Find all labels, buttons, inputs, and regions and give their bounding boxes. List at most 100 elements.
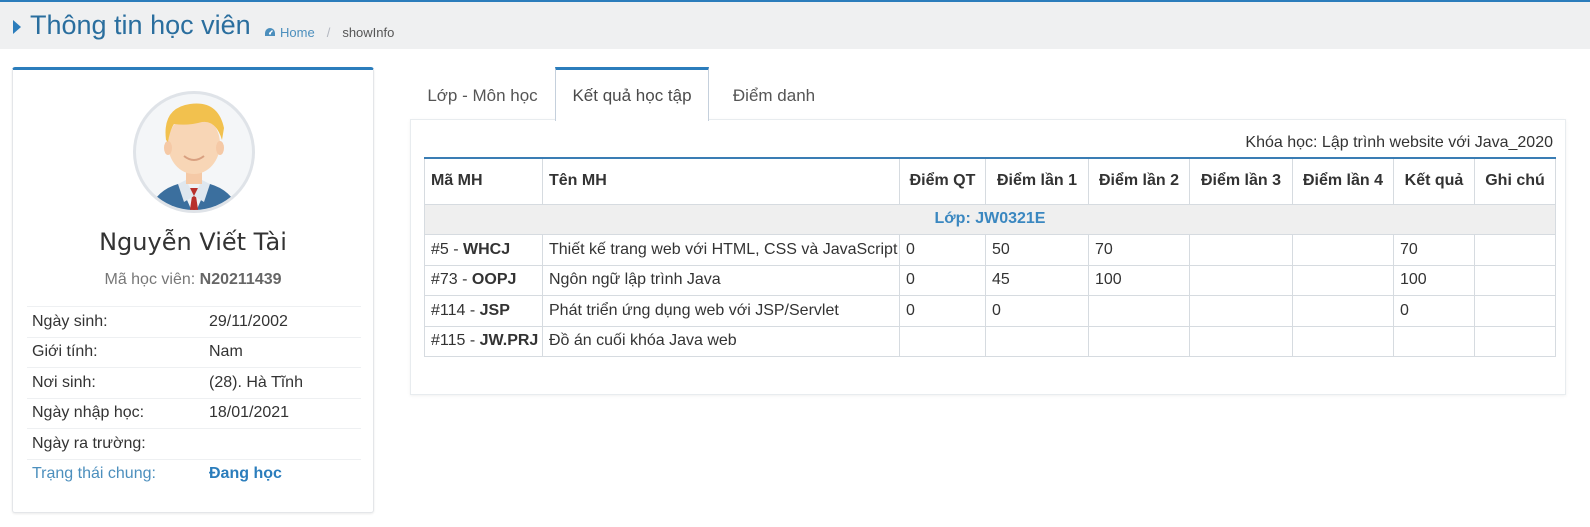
- page-title: Thông tin học viên: [30, 10, 251, 40]
- info-value: (28). Hà Tĩnh: [209, 373, 303, 391]
- subject-code: JSP: [479, 301, 510, 319]
- score-attempt-4: [1292, 295, 1394, 327]
- score-attempt-1: 45: [985, 264, 1089, 296]
- page-header: Thông tin học viên Home / showInfo: [0, 0, 1590, 49]
- tab-attendance[interactable]: Điểm danh: [709, 71, 839, 120]
- subject-code: WHCJ: [463, 240, 511, 258]
- results-table: Mã MH Tên MH Điểm QT Điểm lần 1 Điểm lần…: [424, 157, 1556, 357]
- info-row-status: Trạng thái chung: Đang học: [27, 458, 361, 490]
- info-row-birthplace: Nơi sinh: (28). Hà Tĩnh: [27, 367, 361, 398]
- column-header: Điểm QT: [899, 157, 986, 205]
- status-badge: Đang học: [209, 465, 282, 483]
- subject-id: #115 -: [431, 332, 480, 350]
- caret-right-icon: [13, 20, 21, 34]
- column-header: Điểm lần 2: [1088, 157, 1190, 205]
- info-value: Nam: [209, 343, 243, 361]
- score-attempt-3: [1189, 264, 1293, 296]
- subject-id: #114 -: [431, 301, 480, 319]
- score-attempt-4: [1292, 234, 1394, 266]
- note: [1474, 234, 1556, 266]
- tab-classes-subjects[interactable]: Lớp - Môn học: [410, 71, 555, 120]
- student-code-label: Mã học viên:: [104, 271, 196, 288]
- info-label: Nơi sinh:: [32, 373, 96, 391]
- score-qt: [899, 325, 986, 357]
- note: [1474, 325, 1556, 357]
- final-result: 0: [1393, 295, 1475, 327]
- subject-code-cell: #115 - JW.PRJ: [424, 325, 543, 357]
- score-attempt-3: [1189, 295, 1293, 327]
- column-header: Điểm lần 1: [985, 157, 1089, 205]
- column-header: Ghi chú: [1474, 157, 1556, 205]
- score-qt: 0: [899, 295, 986, 327]
- column-header: Tên MH: [542, 157, 900, 205]
- score-attempt-2: [1088, 325, 1190, 357]
- column-header: Điểm lần 3: [1189, 157, 1293, 205]
- info-row-enroll-date: Ngày nhập học: 18/01/2021: [27, 397, 361, 429]
- score-attempt-2: 70: [1088, 234, 1190, 266]
- column-header: Mã MH: [424, 157, 543, 205]
- final-result: [1393, 325, 1475, 357]
- info-label: Giới tính:: [32, 343, 98, 361]
- score-attempt-3: [1189, 325, 1293, 357]
- dashboard-icon: [265, 27, 275, 36]
- profile-card: Nguyễn Viết Tài Mã học viên: N20211439 N…: [12, 67, 374, 513]
- note: [1474, 295, 1556, 327]
- final-result: 70: [1393, 234, 1475, 266]
- tab-study-results[interactable]: Kết quả học tập: [555, 67, 709, 121]
- score-attempt-4: [1292, 325, 1394, 357]
- subject-id: #5 -: [431, 240, 464, 258]
- note: [1474, 264, 1556, 296]
- subject-code: OOPJ: [471, 271, 517, 289]
- course-title: Khóa học: Lập trình website với Java_202…: [1245, 134, 1553, 151]
- tab-content: Khóa học: Lập trình website với Java_202…: [410, 119, 1566, 395]
- class-group-row: Lớp: JW0321E: [424, 203, 1556, 235]
- table-row: #115 - JW.PRJ Đồ án cuối khóa Java web: [424, 325, 1556, 357]
- student-code: Mã học viên: N20211439: [13, 271, 373, 289]
- subject-code-cell: #5 - WHCJ: [424, 234, 543, 266]
- score-attempt-2: [1088, 295, 1190, 327]
- tab-bar: Lớp - Môn học Kết quả học tập Điểm danh: [410, 67, 1566, 121]
- info-label: Ngày ra trường:: [32, 434, 146, 452]
- table-header-row: Mã MH Tên MH Điểm QT Điểm lần 1 Điểm lần…: [424, 157, 1556, 205]
- info-value: 29/11/2002: [209, 312, 288, 330]
- score-attempt-1: 0: [985, 295, 1089, 327]
- column-header: Điểm lần 4: [1292, 157, 1394, 205]
- breadcrumb: Home / showInfo: [264, 25, 394, 40]
- subject-code: JW.PRJ: [479, 332, 539, 350]
- tabs-widget: Lớp - Môn học Kết quả học tập Điểm danh …: [410, 67, 1566, 395]
- class-group-label: Lớp: JW0321E: [424, 203, 1556, 235]
- score-attempt-1: 50: [985, 234, 1089, 266]
- info-label: Trạng thái chung:: [32, 465, 156, 483]
- info-row-graduation-date: Ngày ra trường:: [27, 428, 361, 459]
- info-row-gender: Giới tính: Nam: [27, 336, 361, 368]
- profile-info-list: Ngày sinh: 29/11/2002 Giới tính: Nam Nơi…: [27, 306, 361, 489]
- student-code-value: N20211439: [199, 271, 282, 288]
- score-qt: 0: [899, 264, 986, 296]
- subject-name: Ngôn ngữ lập trình Java: [542, 264, 900, 296]
- score-attempt-2: 100: [1088, 264, 1190, 296]
- breadcrumb-separator: /: [326, 25, 331, 40]
- score-qt: 0: [899, 234, 986, 266]
- subject-name: Thiết kế trang web với HTML, CSS và Java…: [542, 234, 900, 266]
- table-row: #114 - JSP Phát triển ứng dụng web với J…: [424, 295, 1556, 327]
- avatar: [133, 91, 255, 213]
- student-name: Nguyễn Viết Tài: [99, 228, 287, 256]
- info-label: Ngày nhập học:: [32, 404, 145, 422]
- subject-code-cell: #73 - OOPJ: [424, 264, 543, 296]
- subject-name: Đồ án cuối khóa Java web: [542, 325, 900, 357]
- final-result: 100: [1393, 264, 1475, 296]
- column-header: Kết quả: [1393, 157, 1475, 205]
- subject-name: Phát triển ứng dụng web với JSP/Servlet: [542, 295, 900, 327]
- breadcrumb-current: showInfo: [342, 25, 395, 40]
- subject-code-cell: #114 - JSP: [424, 295, 543, 327]
- breadcrumb-home-link[interactable]: Home: [280, 25, 315, 40]
- score-attempt-3: [1189, 234, 1293, 266]
- info-value: 18/01/2021: [209, 404, 290, 422]
- info-label: Ngày sinh:: [32, 312, 108, 330]
- table-row: #73 - OOPJ Ngôn ngữ lập trình Java 0 45 …: [424, 264, 1556, 296]
- info-row-birthdate: Ngày sinh: 29/11/2002: [27, 306, 361, 337]
- score-attempt-1: [985, 325, 1089, 357]
- score-attempt-4: [1292, 264, 1394, 296]
- table-row: #5 - WHCJ Thiết kế trang web với HTML, C…: [424, 234, 1556, 266]
- subject-id: #73 -: [431, 271, 472, 289]
